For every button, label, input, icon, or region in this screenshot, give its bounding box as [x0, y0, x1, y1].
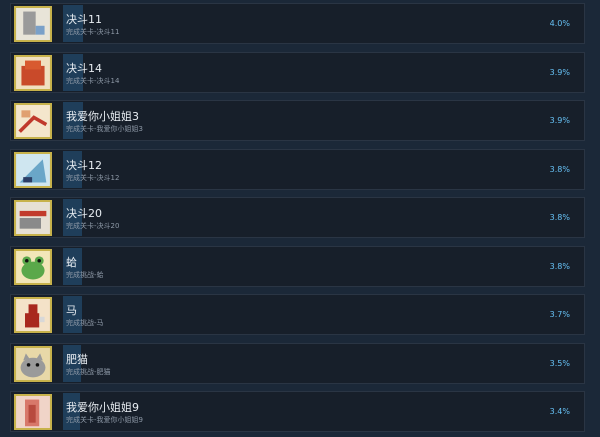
achievement-title: 决斗20: [66, 207, 102, 220]
achievement-description: 完成关卡-决斗20: [66, 222, 120, 230]
achievement-description: 完成关卡-决斗11: [66, 28, 120, 36]
love-9-icon: [14, 394, 52, 430]
frog-icon: [14, 249, 52, 285]
achievement-description: 完成关卡-决斗14: [66, 77, 120, 85]
horse-icon: [14, 297, 52, 333]
unlock-percent: 3.8%: [549, 213, 570, 222]
unlock-percent: 4.0%: [549, 19, 570, 28]
achievement-description: 完成关卡-我爱你小姐姐9: [66, 416, 143, 424]
duel-20-icon: [14, 200, 52, 236]
achievement-description: 完成挑战-肥猫: [66, 368, 111, 376]
achievement-title: 我爱你小姐姐9: [66, 401, 139, 414]
achievement-title: 决斗11: [66, 13, 102, 26]
achievement-row[interactable]: 决斗11 完成关卡-决斗11 4.0%: [10, 3, 585, 44]
achievement-description: 完成挑战-马: [66, 319, 104, 327]
duel-12-icon: [14, 152, 52, 188]
achievement-title: 我爱你小姐姐3: [66, 110, 139, 123]
unlock-percent: 3.9%: [549, 68, 570, 77]
achievement-row[interactable]: 决斗12 完成关卡-决斗12 3.8%: [10, 149, 585, 190]
achievement-title: 决斗12: [66, 159, 102, 172]
achievement-row[interactable]: 我爱你小姐姐9 完成关卡-我爱你小姐姐9 3.4%: [10, 391, 585, 432]
unlock-percent: 3.9%: [549, 116, 570, 125]
duel-14-icon: [14, 55, 52, 91]
unlock-percent: 3.5%: [549, 359, 570, 368]
achievement-title: 蛤: [66, 256, 77, 269]
achievement-title: 肥猫: [66, 353, 88, 366]
unlock-percent: 3.7%: [549, 310, 570, 319]
unlock-percent: 3.8%: [549, 262, 570, 271]
achievement-description: 完成关卡-决斗12: [66, 174, 120, 182]
unlock-percent: 3.4%: [549, 407, 570, 416]
achievement-row[interactable]: 马 完成挑战-马 3.7%: [10, 294, 585, 335]
achievement-row[interactable]: 我爱你小姐姐3 完成关卡-我爱你小姐姐3 3.9%: [10, 100, 585, 141]
achievement-list: 决斗11 完成关卡-决斗11 4.0% 决斗14 完成关卡-决斗14 3.9% …: [0, 0, 600, 437]
achievement-row[interactable]: 蛤 完成挑战-蛤 3.8%: [10, 246, 585, 287]
love-3-icon: [14, 103, 52, 139]
achievement-row[interactable]: 肥猫 完成挑战-肥猫 3.5%: [10, 343, 585, 384]
achievement-description: 完成关卡-我爱你小姐姐3: [66, 125, 143, 133]
achievement-title: 马: [66, 304, 77, 317]
duel-11-icon: [14, 6, 52, 42]
achievement-row[interactable]: 决斗20 完成关卡-决斗20 3.8%: [10, 197, 585, 238]
achievement-row[interactable]: 决斗14 完成关卡-决斗14 3.9%: [10, 52, 585, 93]
unlock-percent: 3.8%: [549, 165, 570, 174]
fat-cat-icon: [14, 346, 52, 382]
achievement-title: 决斗14: [66, 62, 102, 75]
achievement-description: 完成挑战-蛤: [66, 271, 104, 279]
